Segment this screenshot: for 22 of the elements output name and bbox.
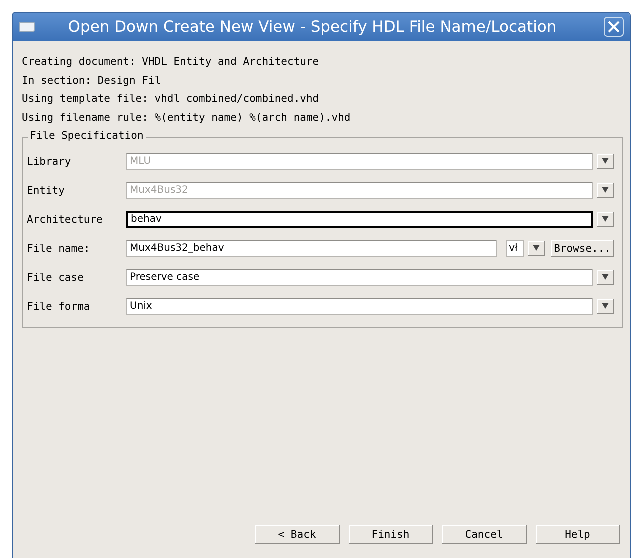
text-field[interactable]: behav: [126, 211, 593, 228]
dialog-button[interactable]: < Back: [255, 525, 340, 544]
group-title: File Specification: [28, 130, 146, 142]
info-text: Creating document: VHDL Entity and Architecture: [22, 55, 320, 70]
field-label: File case: [27, 272, 85, 284]
text-field[interactable]: Mux4Bus32_behav: [126, 240, 498, 257]
field-label: Library: [27, 156, 72, 168]
field-label: File forma: [27, 300, 92, 312]
field-label: File name:: [27, 242, 92, 254]
extension-field[interactable]: vł: [506, 240, 524, 257]
text-field[interactable]: Preserve case: [126, 269, 593, 286]
browse-button[interactable]: Browse...: [551, 240, 614, 257]
text-field[interactable]: Unix: [126, 298, 593, 315]
info-text: In section: Design Fil: [22, 74, 162, 88]
dialog-button[interactable]: Finish: [348, 525, 433, 544]
field-label: Entity: [27, 184, 66, 196]
dialog-button[interactable]: Help: [536, 525, 620, 544]
window-title: Open Down Create New View - Specify HDL File Name/Location: [67, 18, 558, 36]
info-text: Using template file: vhdl_combined/combined.vhd: [22, 92, 320, 107]
info-text: Using filename rule: %(entity_name)_%(arch_name).vhd: [22, 110, 352, 126]
dialog-button[interactable]: Cancel: [442, 525, 526, 544]
field-label: Architecture: [27, 214, 104, 226]
